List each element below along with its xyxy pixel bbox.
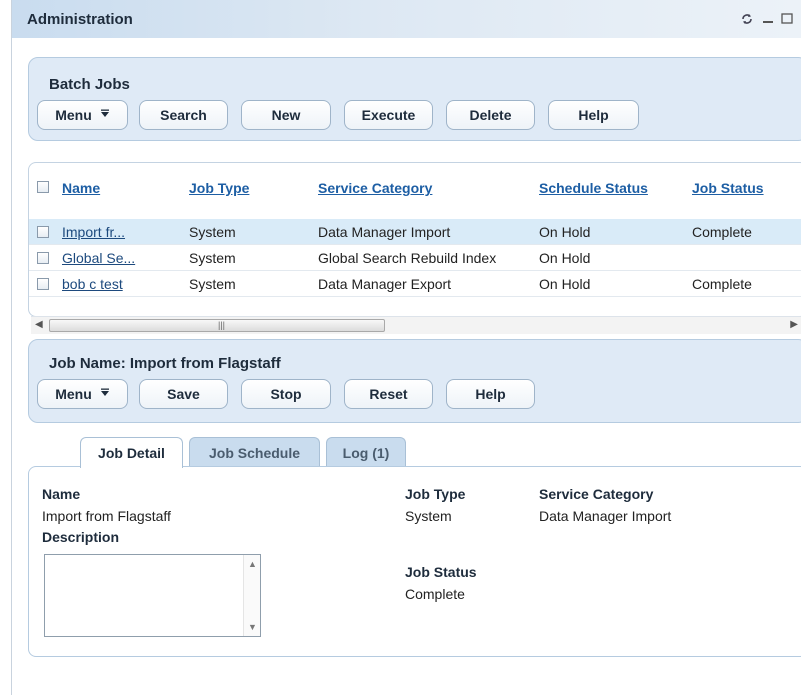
service-category-label: Service Category: [539, 486, 654, 502]
column-header-schedule-status[interactable]: Schedule Status: [539, 180, 648, 196]
schedule-status-cell: On Hold: [539, 250, 591, 266]
batch-menu-button[interactable]: Menu: [37, 100, 128, 130]
job-type-label: Job Type: [405, 486, 466, 502]
tab-log[interactable]: Log (1): [326, 437, 406, 467]
job-type-cell: System: [189, 224, 236, 240]
job-name-link[interactable]: Global Se...: [62, 250, 135, 266]
tab-job-detail[interactable]: Job Detail: [80, 437, 183, 468]
job-type-cell: System: [189, 250, 236, 266]
name-label: Name: [42, 486, 81, 502]
window-titlebar: Administration: [12, 0, 801, 38]
minimize-icon[interactable]: [761, 12, 775, 26]
reset-button[interactable]: Reset: [344, 379, 433, 409]
column-header-name[interactable]: Name: [62, 180, 100, 196]
batch-menu-label: Menu: [55, 107, 92, 123]
window-title: Administration: [27, 11, 133, 28]
job-type-cell: System: [189, 276, 236, 292]
job-name-link[interactable]: bob c test: [62, 276, 123, 292]
caret-down-icon: [100, 109, 110, 122]
description-label: Description: [42, 529, 120, 545]
description-textarea[interactable]: ▲ ▼: [44, 554, 261, 637]
job-menu-button[interactable]: Menu: [37, 379, 128, 409]
batch-jobs-table: Name Job Type Service Category Schedule …: [28, 162, 801, 317]
scroll-right-icon[interactable]: ▶: [790, 319, 798, 330]
execute-button[interactable]: Execute: [344, 100, 433, 130]
schedule-status-cell: On Hold: [539, 224, 591, 240]
table-horizontal-scrollbar[interactable]: ◀ ||| ▶: [31, 316, 801, 334]
job-status-label: Job Status: [405, 564, 477, 580]
caret-down-icon: [100, 388, 110, 401]
batch-help-button[interactable]: Help: [548, 100, 639, 130]
table-row[interactable]: bob c test System Data Manager Export On…: [29, 271, 801, 297]
batch-jobs-title: Batch Jobs: [49, 76, 130, 93]
job-status-value: Complete: [405, 586, 465, 602]
column-header-job-status[interactable]: Job Status: [692, 180, 764, 196]
delete-button[interactable]: Delete: [446, 100, 535, 130]
save-button[interactable]: Save: [139, 379, 228, 409]
scroll-down-icon[interactable]: ▼: [248, 622, 257, 632]
service-category-cell: Global Search Rebuild Index: [318, 250, 497, 266]
refresh-icon[interactable]: [740, 12, 754, 26]
table-row[interactable]: Global Se... System Global Search Rebuil…: [29, 245, 801, 271]
table-row[interactable]: Import fr... System Data Manager Import …: [29, 219, 801, 245]
grip-icon: |||: [218, 320, 226, 330]
search-button[interactable]: Search: [139, 100, 228, 130]
job-menu-label: Menu: [55, 386, 92, 402]
admin-window: Administration Batch Jobs Menu Search Ne…: [11, 0, 801, 695]
textarea-scrollbar[interactable]: ▲ ▼: [243, 555, 260, 636]
schedule-status-cell: On Hold: [539, 276, 591, 292]
select-all-checkbox[interactable]: [37, 181, 49, 193]
job-name-link[interactable]: Import fr...: [62, 224, 125, 240]
job-help-button[interactable]: Help: [446, 379, 535, 409]
maximize-icon[interactable]: [780, 12, 794, 26]
new-button[interactable]: New: [241, 100, 331, 130]
stop-button[interactable]: Stop: [241, 379, 331, 409]
batch-jobs-panel: Batch Jobs Menu Search New Execute Delet…: [28, 57, 801, 141]
column-header-job-type[interactable]: Job Type: [189, 180, 249, 196]
scrollbar-thumb[interactable]: |||: [49, 319, 385, 332]
job-name-title: Job Name: Import from Flagstaff: [49, 355, 281, 372]
scroll-up-icon[interactable]: ▲: [248, 559, 257, 569]
row-checkbox[interactable]: [37, 226, 49, 238]
job-detail-panel: Name Import from Flagstaff Description ▲…: [28, 466, 801, 657]
job-status-cell: Complete: [692, 276, 752, 292]
row-checkbox[interactable]: [37, 252, 49, 264]
tab-job-schedule[interactable]: Job Schedule: [189, 437, 320, 467]
column-header-service-category[interactable]: Service Category: [318, 180, 432, 196]
row-checkbox[interactable]: [37, 278, 49, 290]
name-value: Import from Flagstaff: [42, 508, 171, 524]
job-status-cell: Complete: [692, 224, 752, 240]
service-category-value: Data Manager Import: [539, 508, 672, 524]
service-category-cell: Data Manager Import: [318, 224, 451, 240]
scroll-left-icon[interactable]: ◀: [35, 319, 43, 330]
service-category-cell: Data Manager Export: [318, 276, 452, 292]
job-type-value: System: [405, 508, 452, 524]
job-name-panel: Job Name: Import from Flagstaff Menu Sav…: [28, 339, 801, 423]
